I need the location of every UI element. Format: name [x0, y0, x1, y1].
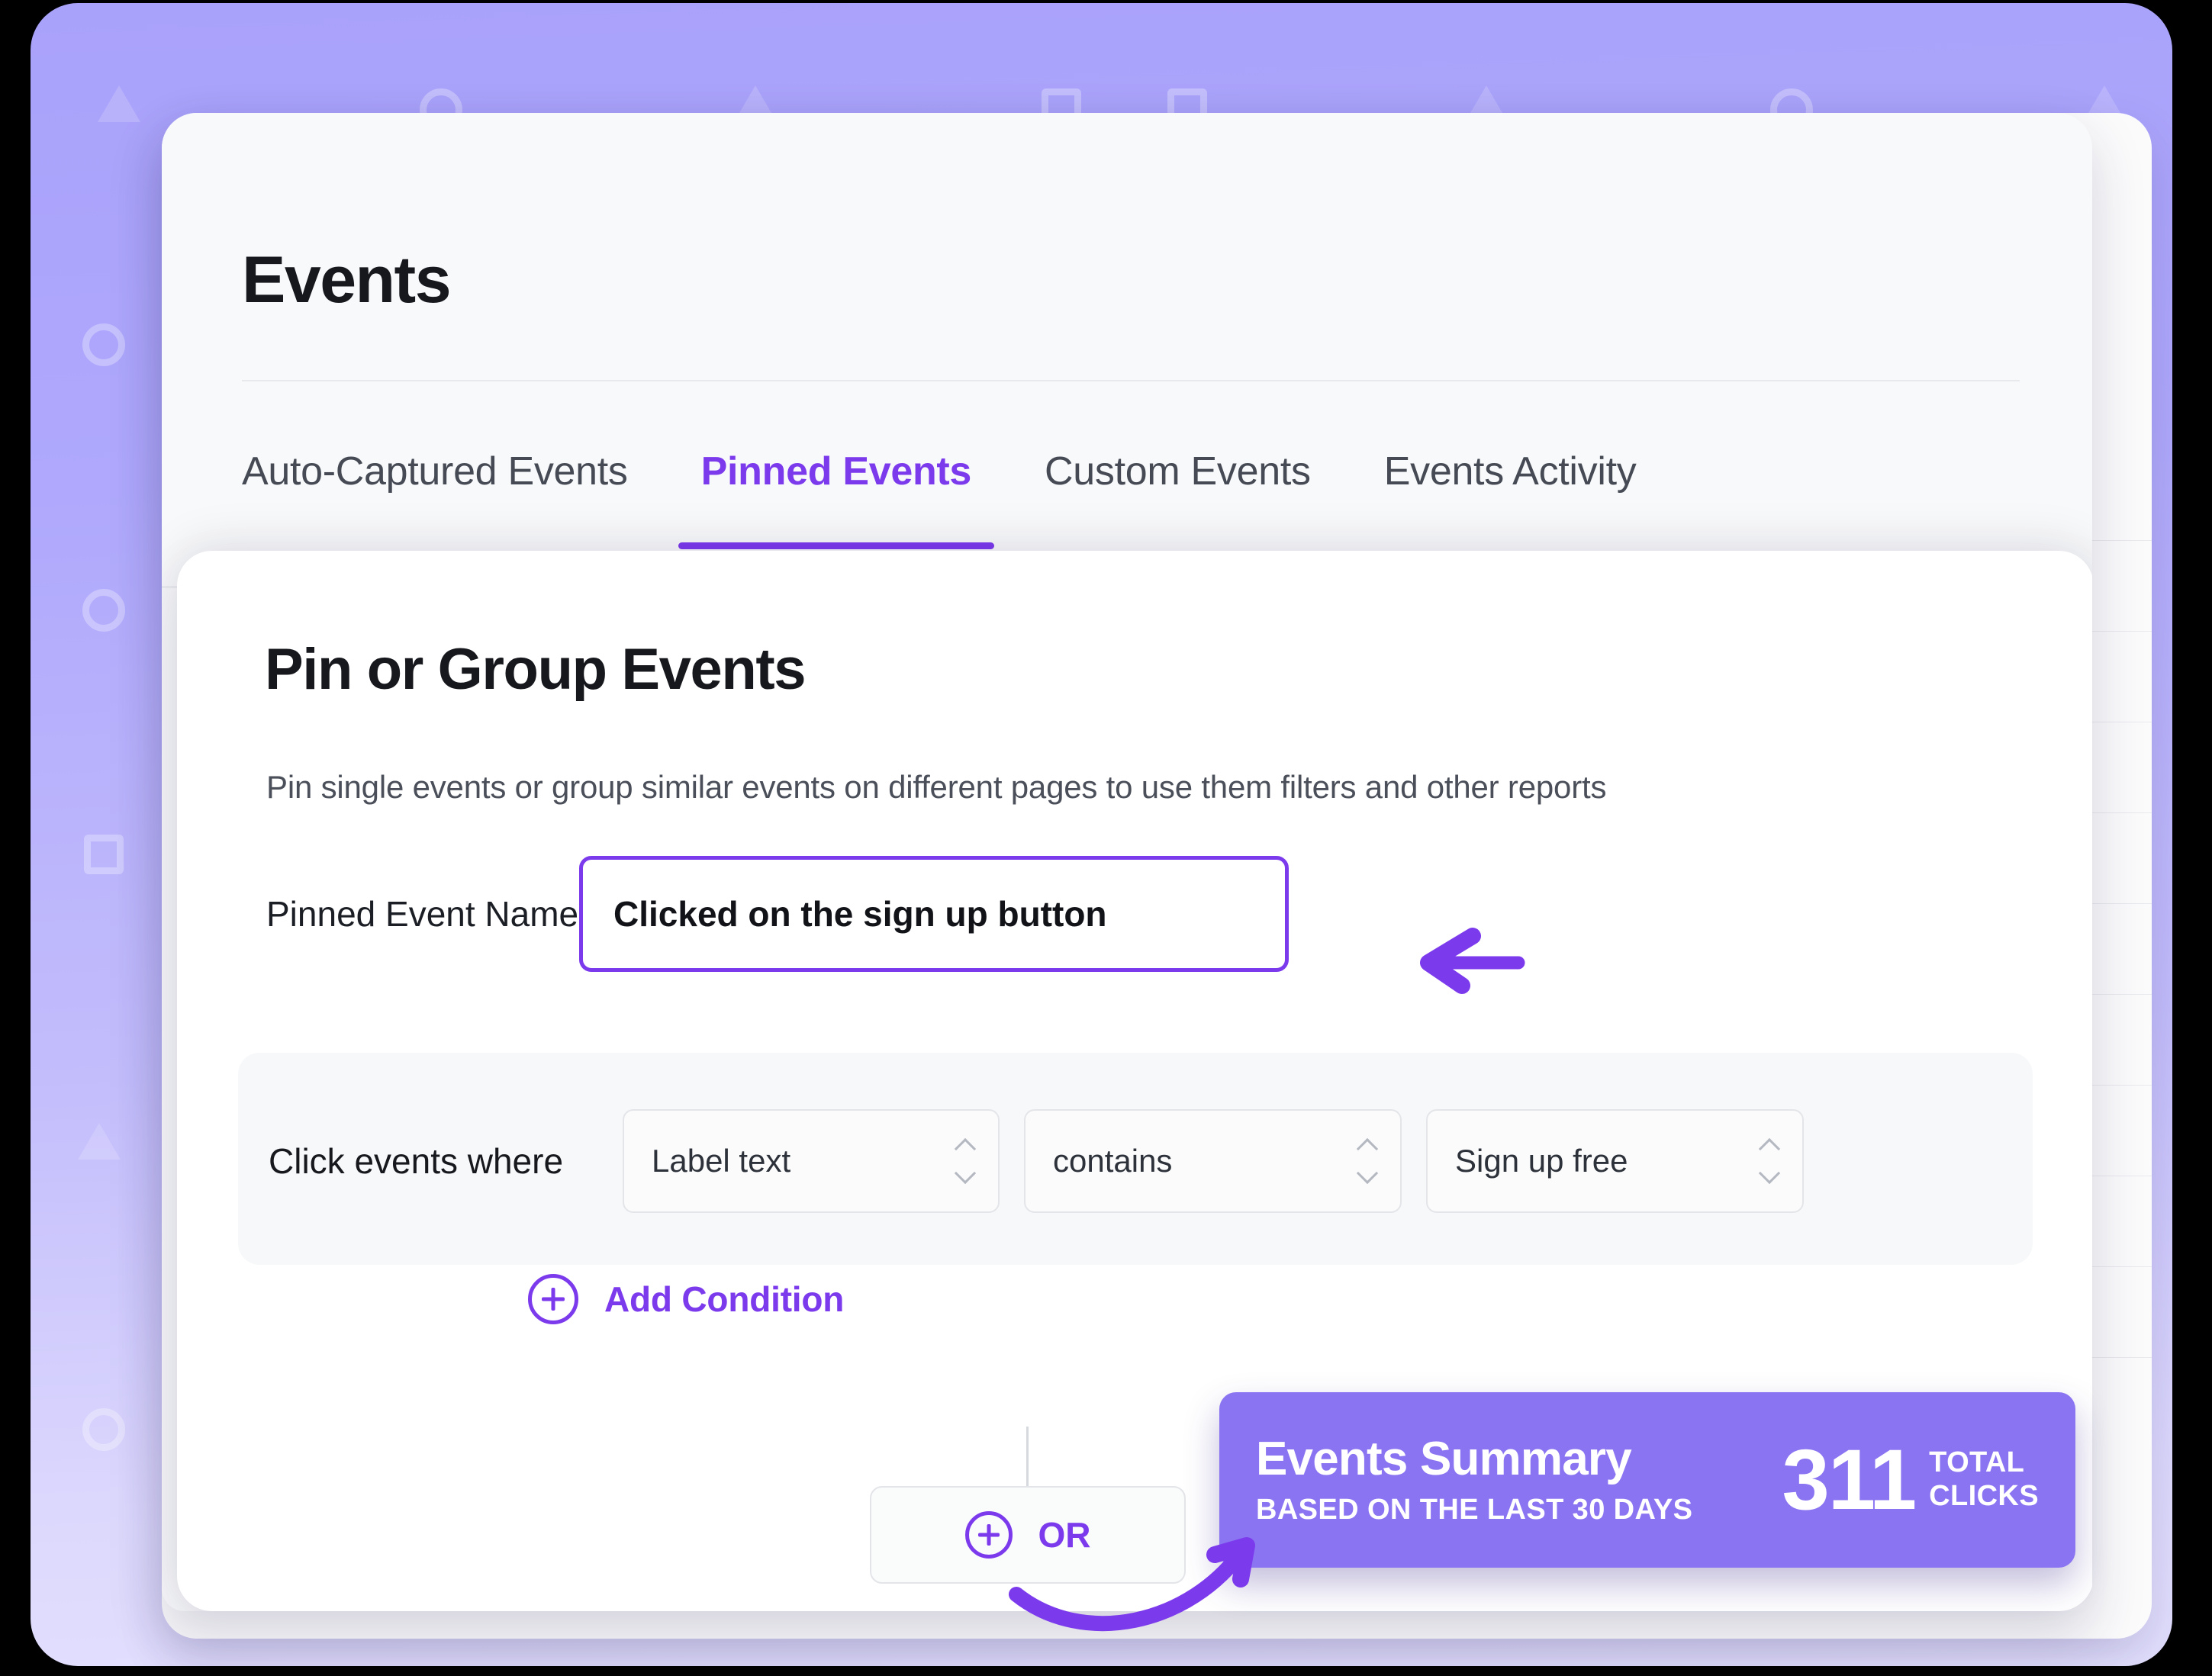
screenshot-root: Events Auto-Captured Events Pinned Event…	[0, 0, 2212, 1676]
title-divider	[242, 380, 2020, 381]
chevron-updown-icon	[1760, 1141, 1779, 1181]
condition-property-select[interactable]: Label text	[623, 1109, 1000, 1213]
panel-subtitle: Pin single events or group similar event…	[266, 769, 1606, 806]
triangle-shape-icon	[78, 1123, 121, 1160]
or-button-label: OR	[1038, 1514, 1091, 1555]
events-summary-metric: 311 TOTAL CLICKS	[1782, 1442, 2039, 1519]
pinned-event-name-row: Pinned Event Name Clicked on the sign up…	[266, 856, 1289, 972]
tab-pinned-events[interactable]: Pinned Events	[665, 449, 1008, 549]
condition-group: Click events where Label text contains S	[238, 1053, 2033, 1265]
pinned-event-name-label: Pinned Event Name	[266, 893, 579, 935]
condition-property-value: Label text	[652, 1143, 790, 1179]
events-summary-title: Events Summary	[1256, 1436, 1782, 1483]
circle-shape-icon	[82, 323, 125, 366]
condition-row: Click events where Label text contains S	[238, 1053, 2033, 1213]
condition-label: Click events where	[269, 1140, 598, 1182]
circle-shape-icon	[82, 1408, 125, 1451]
add-condition-label: Add Condition	[604, 1279, 844, 1320]
total-clicks-unit-line1: TOTAL	[1929, 1446, 2039, 1480]
chevron-updown-icon	[955, 1141, 975, 1181]
events-summary-subtitle: BASED ON THE LAST 30 DAYS	[1256, 1495, 1782, 1524]
tab-custom-events[interactable]: Custom Events	[1008, 449, 1347, 549]
total-clicks-unit-line2: CLICKS	[1929, 1480, 2039, 1514]
panel-title: Pin or Group Events	[265, 636, 805, 703]
total-clicks-unit: TOTAL CLICKS	[1929, 1446, 2039, 1513]
circle-shape-icon	[82, 589, 125, 632]
condition-operator-select[interactable]: contains	[1024, 1109, 1402, 1213]
chevron-updown-icon	[1357, 1141, 1377, 1181]
condition-operator-value: contains	[1053, 1143, 1172, 1179]
total-clicks-count: 311	[1782, 1442, 1915, 1519]
pinned-event-name-input[interactable]: Clicked on the sign up button	[579, 856, 1289, 972]
condition-value-text: Sign up free	[1455, 1143, 1628, 1179]
condition-value-select[interactable]: Sign up free	[1426, 1109, 1804, 1213]
plus-circle-icon	[528, 1274, 578, 1324]
square-shape-icon	[84, 835, 124, 874]
triangle-shape-icon	[98, 85, 140, 122]
add-or-group-button[interactable]: OR	[870, 1486, 1186, 1584]
tab-bar: Auto-Captured Events Pinned Events Custo…	[242, 449, 1673, 549]
events-summary-badge: Events Summary BASED ON THE LAST 30 DAYS…	[1219, 1392, 2075, 1568]
plus-circle-icon	[965, 1511, 1013, 1559]
events-page-card: Events Auto-Captured Events Pinned Event…	[162, 113, 2092, 1611]
events-summary-text: Events Summary BASED ON THE LAST 30 DAYS	[1256, 1436, 1782, 1524]
or-connector-line	[1026, 1427, 1029, 1486]
tab-events-activity[interactable]: Events Activity	[1347, 449, 1673, 549]
add-condition-button[interactable]: Add Condition	[528, 1274, 844, 1324]
page-title: Events	[242, 243, 450, 318]
tab-auto-captured-events[interactable]: Auto-Captured Events	[242, 449, 665, 549]
